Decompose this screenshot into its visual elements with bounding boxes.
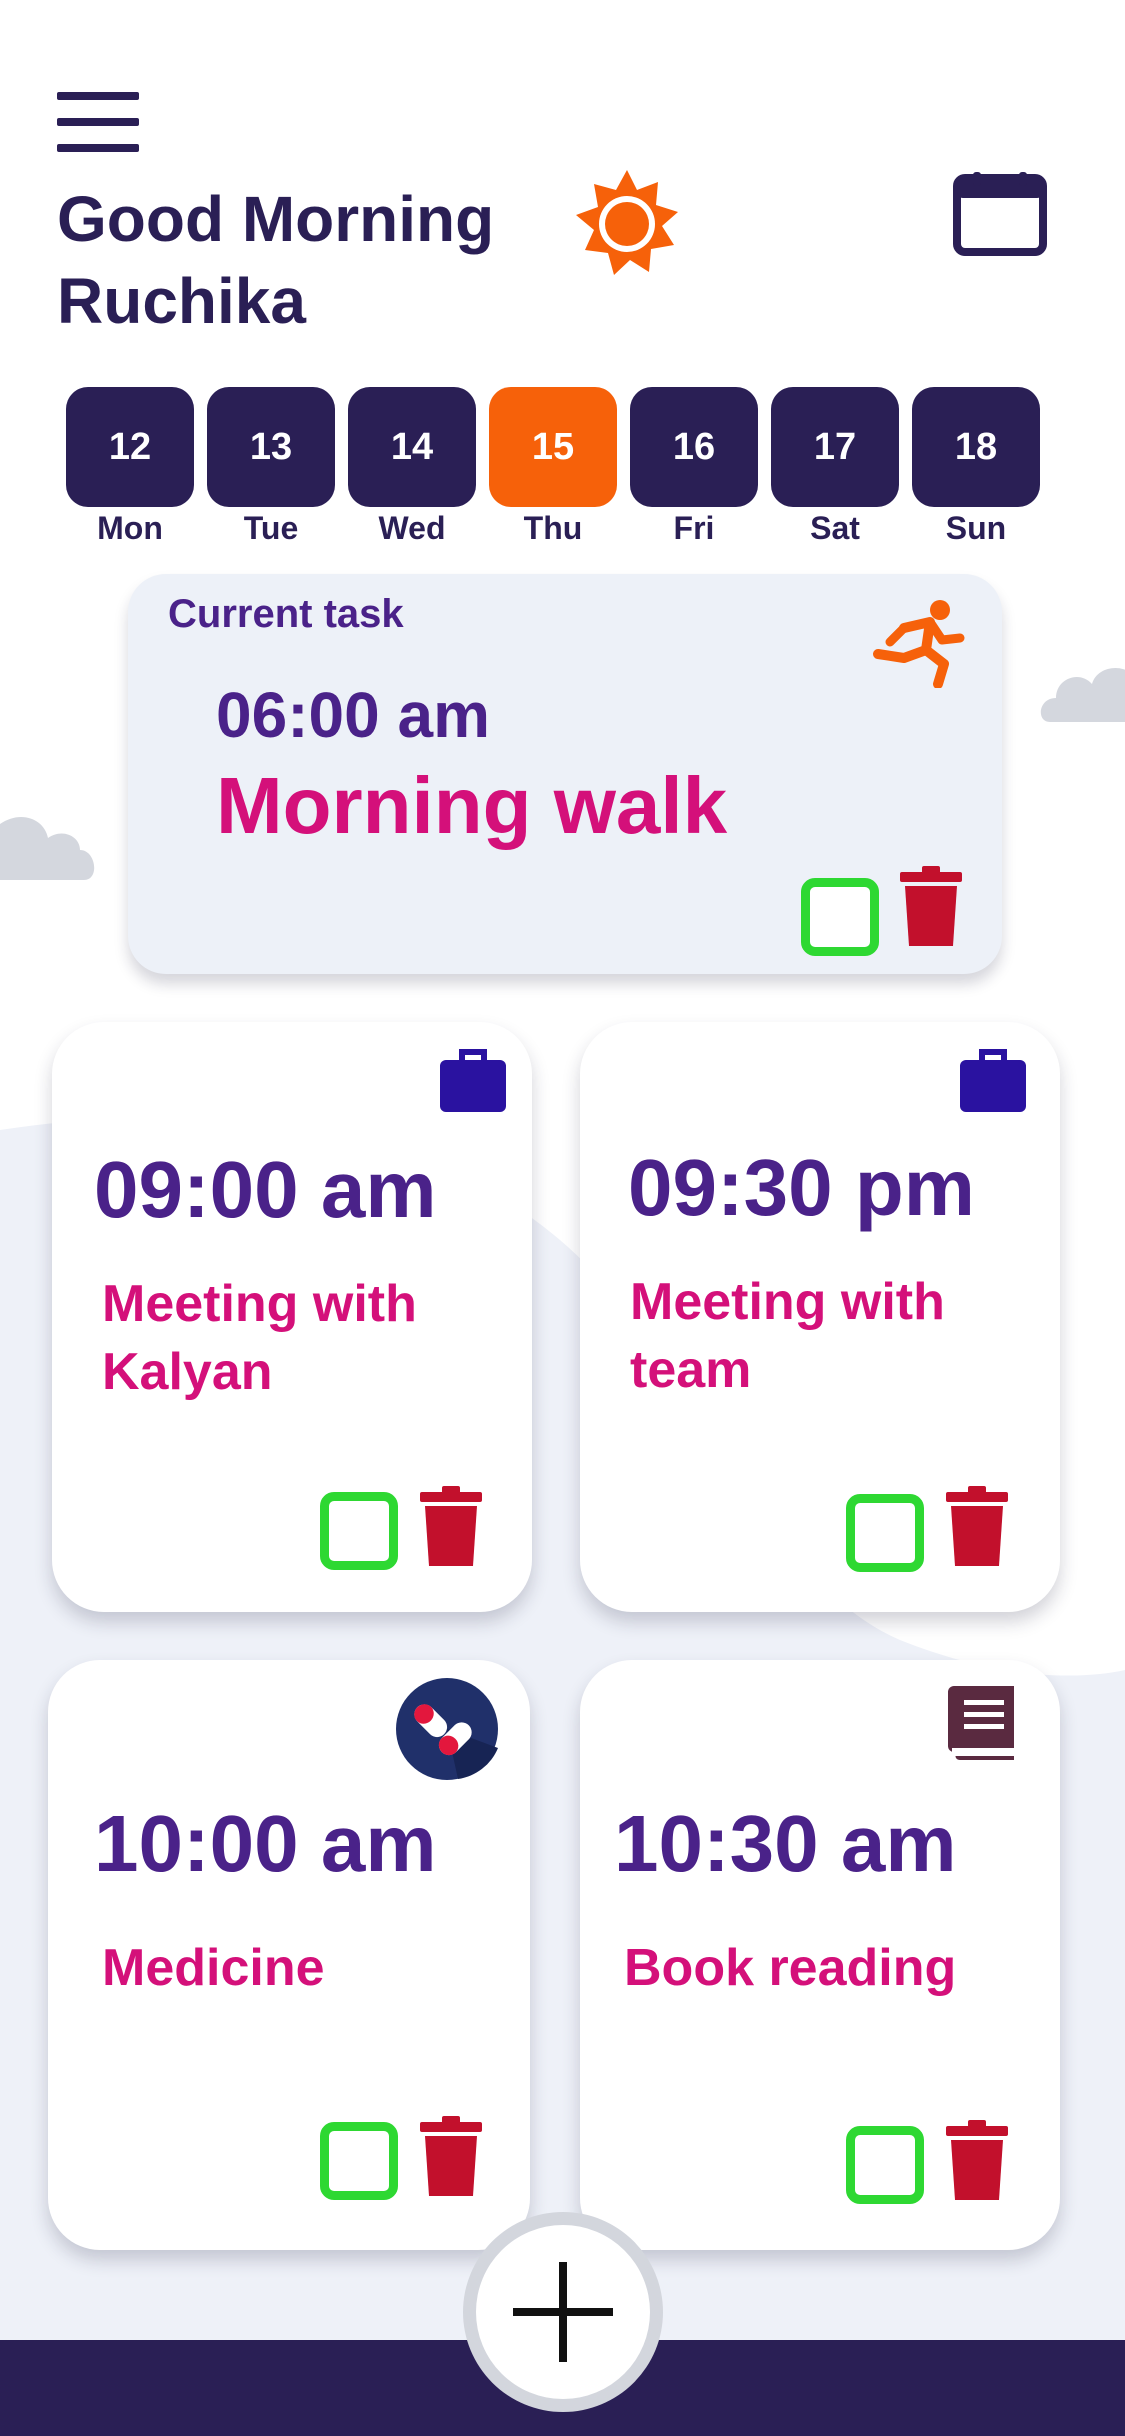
- complete-checkbox[interactable]: [801, 878, 879, 956]
- menu-icon[interactable]: [57, 92, 139, 152]
- day-18[interactable]: 18: [912, 387, 1040, 507]
- cloud-icon: [1041, 668, 1125, 722]
- briefcase-icon: [440, 1049, 506, 1112]
- task-title: Book reading: [624, 1939, 957, 1997]
- user-name: Ruchika: [57, 265, 306, 337]
- day-12[interactable]: 12: [66, 387, 194, 507]
- add-task-button[interactable]: [463, 2212, 663, 2412]
- plus-icon: [513, 2262, 613, 2362]
- trash-icon[interactable]: [420, 2116, 482, 2196]
- day-label: Fri: [673, 510, 715, 546]
- greeting: Good Morning Ruchika: [57, 178, 494, 342]
- current-task-title: Morning walk: [216, 761, 728, 850]
- day-17[interactable]: 17: [771, 387, 899, 507]
- book-icon: [948, 1686, 1014, 1760]
- briefcase-icon: [960, 1049, 1026, 1112]
- task-title: Meeting with Kalyan: [102, 1275, 417, 1401]
- task-title: Medicine: [102, 1939, 325, 1997]
- greeting-text: Good Morning: [57, 183, 495, 255]
- task-time: 09:00 am: [94, 1145, 437, 1234]
- current-task-label: Current task: [168, 592, 404, 636]
- complete-checkbox[interactable]: [320, 1492, 398, 1570]
- day-label: Tue: [243, 510, 299, 546]
- day-16[interactable]: 16: [630, 387, 758, 507]
- day-label: Thu: [523, 510, 583, 546]
- task-time: 10:00 am: [94, 1799, 437, 1888]
- sun-icon: [576, 170, 678, 275]
- day-label: Sun: [945, 510, 1007, 546]
- task-time: 10:30 am: [614, 1799, 957, 1888]
- day-label: Sat: [810, 510, 860, 546]
- day-label: Mon: [97, 510, 163, 546]
- pills-icon: [396, 1678, 498, 1780]
- day-15-selected[interactable]: 15: [489, 387, 617, 507]
- trash-icon[interactable]: [946, 2120, 1008, 2200]
- trash-icon[interactable]: [420, 1486, 482, 1566]
- task-title: Meeting with team: [630, 1273, 945, 1399]
- trash-icon[interactable]: [900, 866, 962, 946]
- complete-checkbox[interactable]: [846, 1494, 924, 1572]
- current-task-time: 06:00 am: [216, 679, 490, 751]
- cloud-icon: [0, 816, 95, 880]
- add-task-button-inner: [476, 2225, 650, 2399]
- day-14[interactable]: 14: [348, 387, 476, 507]
- day-label: Wed: [378, 510, 446, 546]
- complete-checkbox[interactable]: [846, 2126, 924, 2204]
- running-icon: [873, 600, 965, 688]
- day-13[interactable]: 13: [207, 387, 335, 507]
- task-time: 09:30 pm: [628, 1143, 975, 1232]
- calendar-icon[interactable]: [953, 172, 1047, 256]
- complete-checkbox[interactable]: [320, 2122, 398, 2200]
- trash-icon[interactable]: [946, 1486, 1008, 1566]
